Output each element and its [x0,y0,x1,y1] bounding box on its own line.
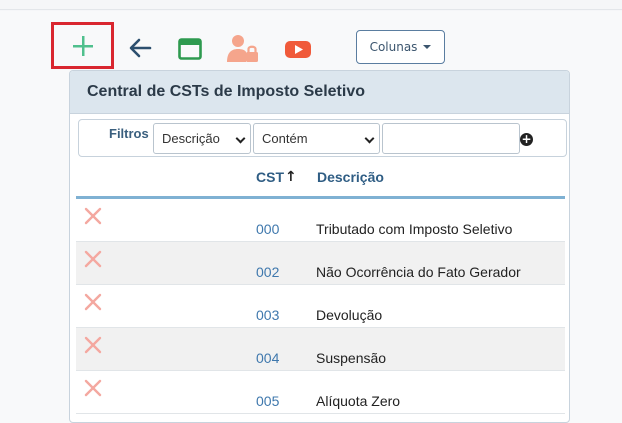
delete-icon[interactable] [83,292,103,312]
back-button[interactable] [126,34,154,62]
columns-label: Colunas [369,40,418,54]
delete-icon[interactable] [83,249,103,269]
cst-card: Central de CSTs de Imposto Seletivo Filt… [69,70,570,423]
table-row[interactable]: 000 Tributado com Imposto Seletivo [76,199,565,242]
add-button[interactable] [51,22,114,69]
cst-code-link[interactable]: 002 [256,264,279,280]
delete-icon[interactable] [83,206,103,226]
filter-field-value: Descrição [162,131,220,146]
arrow-left-icon [129,38,152,58]
cst-description: Devolução [316,307,383,323]
window-button[interactable] [175,34,205,64]
cst-code-link[interactable]: 003 [256,307,279,323]
cst-code-link[interactable]: 005 [256,393,279,409]
page-title: Central de CSTs de Imposto Seletivo [87,83,365,100]
video-help-button[interactable] [283,35,313,63]
user-permissions-button[interactable] [226,33,260,65]
cst-description: Tributado com Imposto Seletivo [316,221,513,237]
column-header-descricao[interactable]: Descrição [317,169,384,185]
top-bar [0,0,622,10]
columns-dropdown-button[interactable]: Colunas [356,30,445,64]
chevron-down-icon [235,133,246,144]
filter-operator-select[interactable]: Contém [253,123,380,154]
filter-operator-value: Contém [262,131,308,146]
cst-description: Alíquota Zero [316,393,401,409]
filter-bar: Filtros Descrição Contém + [78,119,567,157]
table-row[interactable]: 005 Alíquota Zero [76,371,565,414]
table-row[interactable]: 004 Suspensão [76,328,565,371]
cst-code-link[interactable]: 004 [256,350,279,366]
cst-code-link[interactable]: 000 [256,221,279,237]
table-row[interactable]: 003 Devolução [76,285,565,328]
table-row[interactable]: 002 Não Ocorrência do Fato Gerador [76,242,565,285]
sort-ascending-icon[interactable]: ↑ [285,169,297,185]
delete-icon[interactable] [83,335,103,355]
plus-icon [72,35,93,56]
window-icon [178,38,202,60]
user-lock-icon [227,35,258,62]
cst-description: Suspensão [316,350,387,366]
column-header-cst[interactable]: CST [256,169,284,185]
delete-icon[interactable] [83,378,103,398]
youtube-icon [285,41,311,58]
filter-field-select[interactable]: Descrição [153,123,251,154]
chevron-down-icon [364,133,375,144]
caret-down-icon [423,45,432,49]
add-filter-icon[interactable]: + [520,133,533,146]
filter-search-input[interactable] [382,123,520,154]
filters-label: Filtros [109,126,149,141]
card-header: Central de CSTs de Imposto Seletivo [70,71,569,114]
cst-description: Não Ocorrência do Fato Gerador [316,264,521,280]
